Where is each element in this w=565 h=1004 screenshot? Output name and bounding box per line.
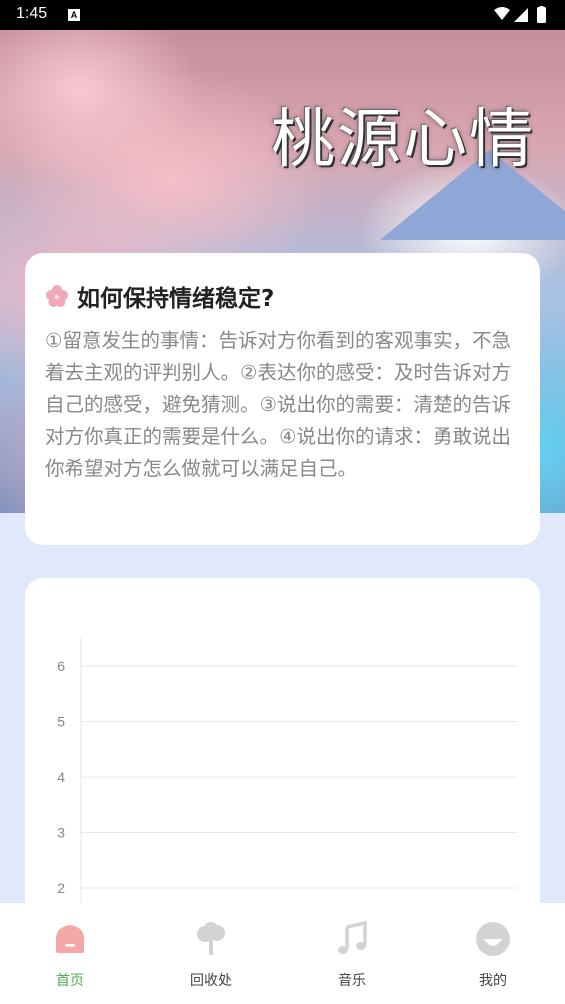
tab-music[interactable]: 音乐 xyxy=(307,920,397,990)
status-bar: 1:45 A xyxy=(0,0,565,30)
notification-a-icon: A xyxy=(68,9,80,21)
tab-music-label: 音乐 xyxy=(338,973,366,989)
tab-profile[interactable]: 我的 xyxy=(448,921,538,990)
chart-y-tick-label: 3 xyxy=(57,825,65,841)
bottom-tab-bar: 首页 回收处 音乐 我的 xyxy=(0,903,565,1004)
tip-card-body: ①留意发生的事情：告诉对方你看到的客观事实，不急着去主观的评判别人。②表达你的感… xyxy=(45,329,511,480)
tip-card-title: 如何保持情绪稳定? xyxy=(77,286,275,312)
tip-card-header: 如何保持情绪稳定? xyxy=(45,279,274,313)
music-note-icon xyxy=(338,920,367,954)
chart-y-tick-label: 2 xyxy=(57,880,65,896)
app-title: 桃源心情 xyxy=(271,103,535,177)
tab-recycle[interactable]: 回收处 xyxy=(166,921,256,990)
chart-y-tick-label: 6 xyxy=(57,658,65,674)
tab-profile-label: 我的 xyxy=(479,973,507,989)
profile-icon xyxy=(476,922,510,956)
tree-icon xyxy=(197,922,225,955)
flower-icon xyxy=(46,285,68,307)
chart-y-ticks: 2 3 4 5 6 xyxy=(57,658,65,896)
tab-home[interactable]: 首页 xyxy=(25,921,115,990)
system-icons xyxy=(493,6,551,28)
chart-y-tick-label: 4 xyxy=(57,769,65,785)
tip-card: 如何保持情绪稳定? ①留意发生的事情：告诉对方你看到的客观事实，不急着去主观的评… xyxy=(25,253,540,545)
status-time: 1:45 xyxy=(16,5,48,22)
chart-y-tick-label: 5 xyxy=(57,714,65,730)
home-icon xyxy=(56,925,84,953)
tab-home-label: 首页 xyxy=(56,973,84,989)
wifi-signal-battery-icon xyxy=(494,6,546,23)
chart-grid xyxy=(81,665,517,889)
tab-recycle-label: 回收处 xyxy=(190,973,232,989)
